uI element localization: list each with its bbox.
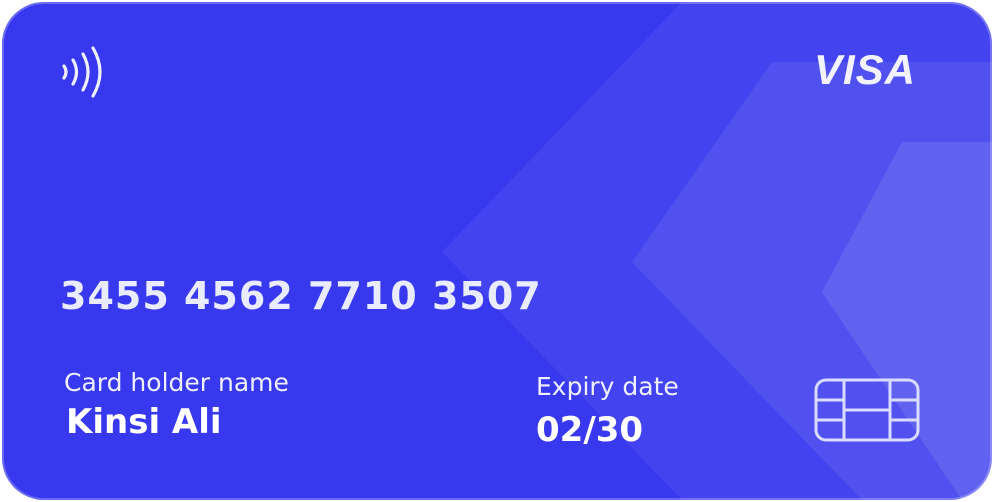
card-holder-label: Card holder name (64, 368, 289, 397)
contactless-icon (62, 46, 102, 98)
payment-card: VISA 3455 4562 7710 3507 Card holder nam… (2, 2, 992, 500)
expiry-date-label: Expiry date (536, 372, 679, 401)
card-number: 3455 4562 7710 3507 (60, 274, 542, 318)
expiry-date-value: 02/30 (536, 410, 644, 450)
card-brand-logo: VISA (813, 46, 916, 93)
card-holder-name: Kinsi Ali (66, 402, 222, 442)
chip-icon (814, 378, 920, 442)
